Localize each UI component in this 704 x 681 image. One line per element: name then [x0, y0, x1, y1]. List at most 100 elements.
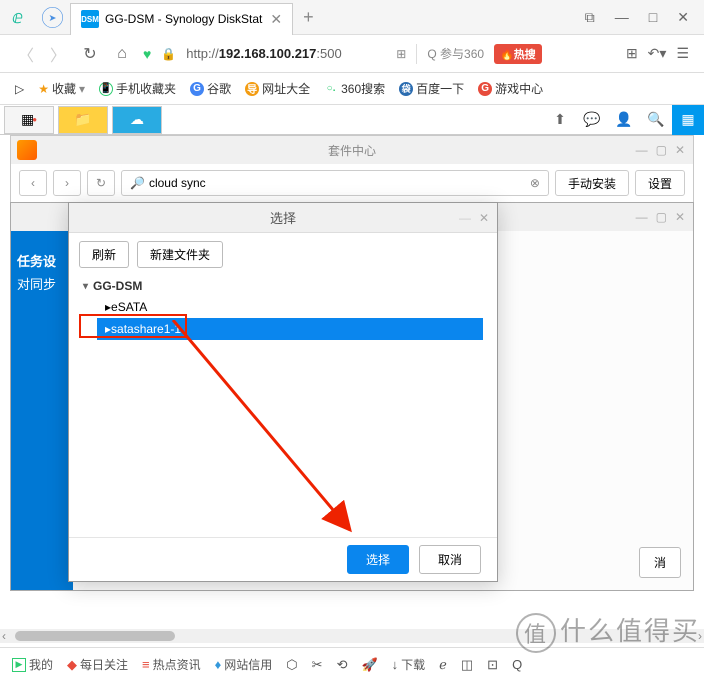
pkg-maximize-icon[interactable]: ▢: [656, 143, 667, 157]
pkg-close-icon[interactable]: ✕: [675, 143, 685, 157]
browser-status-bar: ▶我的 ◆每日关注 ≡热点资讯 ♦网站信用 ⬡ ✂ ⟲ 🚀 ↓下载 ℯ ◫ ⊡ …: [0, 647, 704, 681]
reload-button[interactable]: ↻: [79, 43, 101, 65]
cs-maximize-icon[interactable]: ▢: [656, 210, 667, 224]
tab-close-icon[interactable]: ✕: [270, 11, 282, 28]
cs-minimize-icon[interactable]: —: [636, 210, 648, 224]
bookmark-item[interactable]: 袋百度一下: [399, 80, 464, 97]
search-icon: 🔎: [130, 176, 145, 190]
pkg-back-button[interactable]: ‹: [19, 170, 47, 196]
select-button[interactable]: 选择: [347, 545, 409, 574]
bookmark-item[interactable]: ○.360搜索: [324, 80, 385, 97]
bookmarks-bar: ▷ ★收藏▾ 📱手机收藏夹 G谷歌 导网址大全 ○.360搜索 袋百度一下 G游…: [0, 73, 704, 105]
sb-icon2[interactable]: ⊡: [487, 657, 498, 673]
back-button[interactable]: 〈: [15, 43, 37, 65]
pkg-search-field[interactable]: 🔎 ⊗: [121, 170, 549, 196]
sidebar-toggle-icon[interactable]: ▷: [15, 82, 24, 96]
dsm-app-cloudsync-icon[interactable]: ☁: [112, 106, 162, 134]
pkg-refresh-button[interactable]: ↻: [87, 170, 115, 196]
sb-my[interactable]: ▶我的: [12, 656, 53, 673]
url-port: :500: [316, 46, 341, 61]
browser-logo-icon: ⅇ: [0, 0, 35, 35]
pkg-settings-button[interactable]: 设置: [635, 170, 685, 196]
package-center-titlebar[interactable]: 套件中心 — ▢ ✕: [11, 136, 693, 164]
wizard-step-title: 任务设: [17, 251, 67, 270]
dialog-footer: 选择 取消: [69, 537, 497, 581]
browser-tab-strip: ⅇ ➤ DSM GG-DSM - Synology DiskStat ✕ + ⧉…: [0, 0, 704, 35]
apps-grid-icon[interactable]: ⊞: [626, 45, 638, 62]
sb-credit[interactable]: ♦网站信用: [215, 656, 273, 673]
active-tab[interactable]: DSM GG-DSM - Synology DiskStat ✕: [70, 3, 293, 35]
url-field[interactable]: http://192.168.100.217:500: [186, 46, 386, 61]
address-bar: 〈 〉 ↻ ⌂ ♥ 🔒 http://192.168.100.217:500 ⊞…: [0, 35, 704, 73]
home-button[interactable]: ⌂: [111, 43, 133, 65]
close-button[interactable]: ✕: [677, 9, 689, 26]
bookmark-favorites[interactable]: ★收藏▾: [38, 80, 85, 97]
url-scheme: http://: [186, 46, 219, 61]
minimize-button[interactable]: —: [615, 9, 629, 25]
pkg-search-input[interactable]: [149, 176, 530, 190]
bookmark-item[interactable]: G游戏中心: [478, 80, 543, 97]
wizard-side-panel: 任务设 对同步: [11, 231, 73, 590]
notifications-icon[interactable]: 💬: [576, 105, 608, 135]
dsm-menu-button[interactable]: ▦●: [4, 106, 54, 134]
wizard-step-subtitle: 对同步: [17, 274, 67, 293]
dsm-favicon-icon: DSM: [81, 10, 99, 28]
dialog-title: 选择: [270, 208, 296, 227]
sb-shield-icon[interactable]: ⬡: [286, 657, 297, 673]
dsm-taskbar: ▦● 📁 ☁ ⬆ 💬 👤 🔍 ▦: [0, 105, 704, 135]
bookmark-item[interactable]: 📱手机收藏夹: [99, 80, 176, 97]
pkg-forward-button[interactable]: ›: [53, 170, 81, 196]
sb-ie-icon[interactable]: ℯ: [439, 657, 447, 673]
tree-item-esata[interactable]: ▸eSATA: [97, 296, 483, 318]
undo-icon[interactable]: ↶▾: [648, 45, 667, 62]
shield-icon[interactable]: ♥: [143, 46, 151, 62]
package-center-window: 套件中心 — ▢ ✕ ‹ › ↻ 🔎 ⊗ 手动安装 设置: [10, 135, 694, 203]
pkg-minimize-icon[interactable]: —: [636, 143, 648, 157]
maximize-button[interactable]: □: [649, 9, 657, 25]
sb-restore-icon[interactable]: ⟲: [337, 657, 348, 673]
sb-hotnews[interactable]: ≡热点资讯: [142, 656, 201, 673]
search-icon[interactable]: 🔍: [640, 105, 672, 135]
tree-item-satashare[interactable]: ▸satashare1-1: [97, 318, 483, 340]
sb-icon1[interactable]: ◫: [461, 657, 473, 673]
separator: [416, 44, 417, 64]
tab-title: GG-DSM - Synology DiskStat: [105, 12, 262, 26]
sb-rocket-icon[interactable]: 🚀: [361, 657, 377, 673]
package-center-title: 套件中心: [328, 142, 376, 159]
next-button-hidden[interactable]: 消: [639, 547, 681, 578]
bookmark-item[interactable]: G谷歌: [190, 80, 231, 97]
cs-close-icon[interactable]: ✕: [675, 210, 685, 224]
new-folder-button[interactable]: 新建文件夹: [137, 241, 223, 268]
folder-select-dialog: 选择 — ✕ 刷新 新建文件夹 ▾GG-DSM ▸eSATA ▸satashare…: [68, 202, 498, 582]
tree-root[interactable]: ▾GG-DSM: [83, 276, 483, 296]
sb-zoom-icon[interactable]: Q: [512, 657, 522, 672]
forward-button[interactable]: 〉: [47, 43, 69, 65]
window-controls: ⧉ — □ ✕: [585, 9, 704, 26]
search-hint[interactable]: Q 参与360: [427, 45, 484, 62]
clear-search-icon[interactable]: ⊗: [530, 176, 540, 190]
qr-icon[interactable]: ⊞: [396, 47, 406, 61]
upload-icon[interactable]: ⬆: [544, 105, 576, 135]
horizontal-scrollbar[interactable]: ‹ ›: [0, 629, 704, 643]
sb-daily[interactable]: ◆每日关注: [67, 656, 128, 673]
sb-scissors-icon[interactable]: ✂: [312, 657, 323, 673]
cancel-button[interactable]: 取消: [419, 545, 481, 574]
hamburger-menu-icon[interactable]: ☰: [676, 45, 689, 62]
nav-compass-icon[interactable]: ➤: [42, 7, 63, 28]
lock-icon: 🔒: [161, 47, 176, 61]
sb-download[interactable]: ↓下载: [392, 656, 426, 673]
widgets-icon[interactable]: ▦: [672, 105, 704, 135]
hot-search-badge[interactable]: 🔥热搜: [494, 44, 542, 64]
dsm-app-filestation-icon[interactable]: 📁: [58, 106, 108, 134]
manual-install-button[interactable]: 手动安装: [555, 170, 629, 196]
new-tab-button[interactable]: +: [303, 7, 314, 28]
dialog-titlebar[interactable]: 选择 — ✕: [69, 203, 497, 233]
dialog-min-icon[interactable]: —: [459, 211, 471, 225]
bookmark-item[interactable]: 导网址大全: [245, 80, 310, 97]
scrollbar-thumb[interactable]: [15, 631, 175, 641]
user-icon[interactable]: 👤: [608, 105, 640, 135]
refresh-button[interactable]: 刷新: [79, 241, 129, 268]
dialog-toolbar: 刷新 新建文件夹: [69, 233, 497, 276]
panes-icon[interactable]: ⧉: [585, 9, 595, 26]
dialog-close-icon[interactable]: ✕: [479, 211, 489, 225]
